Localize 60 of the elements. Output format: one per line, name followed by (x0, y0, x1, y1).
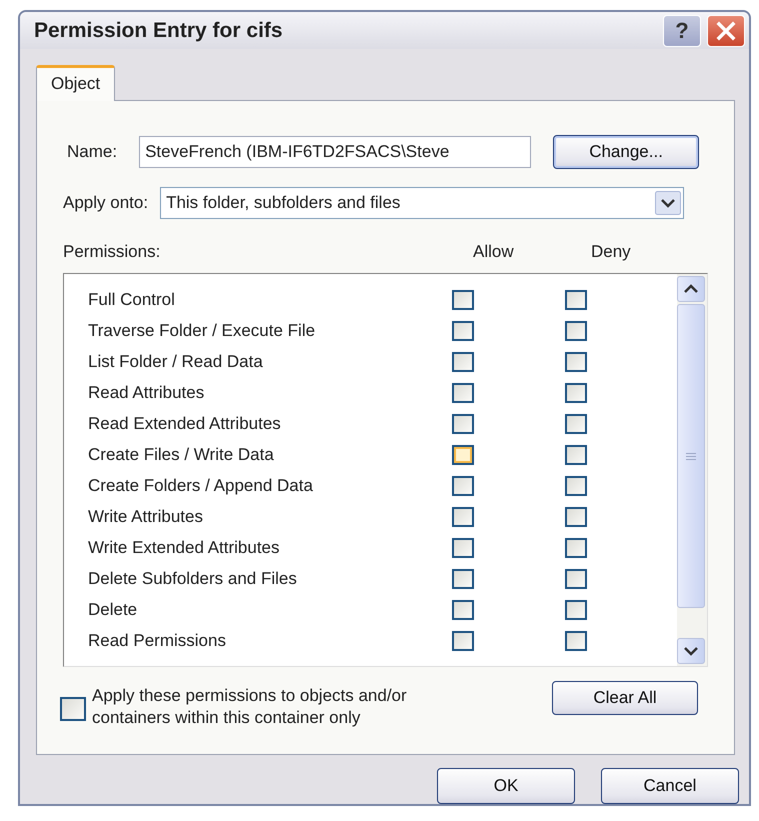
allow-checkbox[interactable] (452, 414, 474, 434)
column-header: Allow (473, 242, 515, 262)
scroll-up-button[interactable] (677, 276, 705, 302)
name-label: Name: (67, 142, 118, 162)
allow-checkbox[interactable] (452, 506, 474, 526)
permission-name: Read Permissions (88, 630, 227, 650)
grip-icon (685, 452, 697, 460)
permission-name: Write Attributes (88, 506, 204, 526)
scroll-down-button[interactable] (677, 638, 705, 664)
apply-within-label: Apply these permissions to objects and/or containers within this container only (92, 685, 408, 729)
deny-checkbox[interactable] (564, 630, 587, 650)
allow-checkbox[interactable] (452, 476, 474, 496)
permission-name: Traverse Folder / Execute File (88, 320, 316, 340)
allow-checkbox[interactable] (452, 320, 474, 340)
allow-checkbox[interactable] (452, 600, 474, 620)
deny-checkbox[interactable] (564, 414, 587, 434)
permission-name: Write Extended Attributes (88, 538, 281, 558)
apply-onto-label: Apply onto: (63, 193, 148, 213)
dialog-button[interactable]: OK (437, 768, 575, 804)
permissions-label: Permissions: (63, 242, 162, 262)
deny-checkbox[interactable] (564, 568, 587, 588)
allow-checkbox[interactable] (452, 538, 474, 558)
window-title: Permission Entry for cifs (34, 18, 283, 42)
column-header: Deny (591, 242, 631, 262)
permission-name: Read Attributes (88, 382, 206, 402)
permission-name: List Folder / Read Data (88, 352, 264, 372)
tab[interactable]: Object (36, 65, 116, 101)
chevron-down-icon (683, 646, 699, 656)
deny-checkbox[interactable] (564, 476, 587, 496)
allow-checkbox[interactable] (452, 444, 474, 464)
clear-all-button[interactable]: Clear All (552, 681, 698, 715)
permission-name: Delete (88, 600, 138, 620)
apply-onto-dropdown[interactable]: This folder, subfolders and files (160, 187, 684, 219)
allow-checkbox[interactable] (452, 568, 474, 588)
permission-name: Full Control (88, 290, 176, 310)
permission-name: Create Folders / Append Data (88, 476, 314, 496)
close-icon (715, 20, 737, 42)
apply-within-checkbox[interactable] (60, 697, 86, 721)
permission-name: Create Files / Write Data (88, 444, 275, 464)
allow-checkbox[interactable] (452, 290, 474, 310)
close-button[interactable] (707, 14, 745, 46)
chevron-up-icon (683, 284, 699, 294)
allow-checkbox[interactable] (452, 352, 474, 372)
dialog-button[interactable]: Cancel (601, 768, 739, 804)
deny-checkbox[interactable] (564, 352, 587, 372)
scrollbar-thumb[interactable] (677, 304, 705, 608)
deny-checkbox[interactable] (564, 506, 587, 526)
deny-checkbox[interactable] (564, 382, 587, 402)
allow-checkbox[interactable] (452, 630, 474, 650)
change-button[interactable]: Change... (553, 135, 700, 169)
deny-checkbox[interactable] (564, 538, 587, 558)
permission-name: Read Extended Attributes (88, 414, 282, 434)
deny-checkbox[interactable] (564, 600, 587, 620)
deny-checkbox[interactable] (564, 444, 587, 464)
deny-checkbox[interactable] (564, 320, 587, 340)
deny-checkbox[interactable] (564, 290, 587, 310)
allow-checkbox[interactable] (452, 382, 474, 402)
permission-name: Delete Subfolders and Files (88, 568, 298, 588)
name-field[interactable]: SteveFrench (IBM-IF6TD2FSACS\Steve (139, 136, 532, 168)
help-button[interactable]: ? (663, 14, 701, 46)
